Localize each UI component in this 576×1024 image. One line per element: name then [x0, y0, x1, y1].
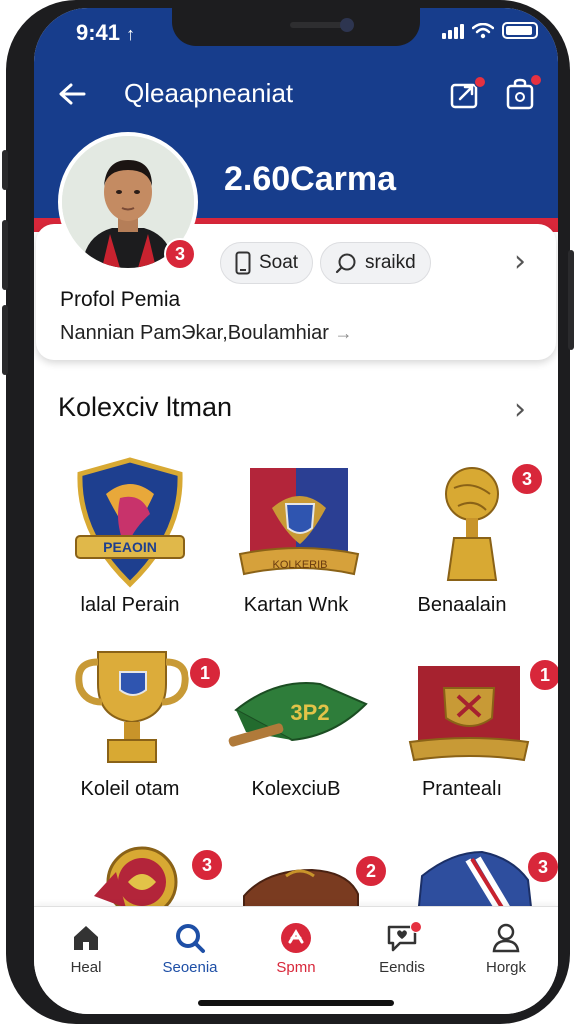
- profile-subtitle[interactable]: Nannian PamЭkar,Boulamhiar →: [60, 322, 353, 345]
- collection-item-label: Benaalain: [417, 594, 507, 616]
- status-time: 9:41 ↑: [76, 20, 135, 46]
- collection-item[interactable]: 1 Koleil otam: [50, 638, 222, 808]
- collection-item-label: lalal Perain: [80, 594, 180, 616]
- section-chevron-right-icon[interactable]: ›: [514, 392, 526, 427]
- notch: [172, 8, 420, 46]
- chevron-right-icon[interactable]: ›: [514, 244, 526, 279]
- wifi-icon: [472, 22, 494, 38]
- collection-item-label: Koleil otam: [80, 778, 180, 800]
- banner-text: KOLKERIB: [272, 559, 327, 571]
- pennant-banner-icon: KOLKERIB: [238, 468, 360, 576]
- nav-profile[interactable]: Horgk: [454, 921, 558, 981]
- silent-switch: [2, 150, 8, 190]
- red-banner-icon: [408, 666, 530, 762]
- signal-icon: [442, 23, 464, 39]
- app-screen: 9:41 ↑ Qleaapneaniat Soat sraikd › Profo…: [34, 8, 558, 1014]
- nav-search-label: Seoenia: [162, 959, 218, 976]
- sraikd-chip[interactable]: sraikd: [320, 242, 431, 284]
- nav-profile-label: Horgk: [485, 959, 526, 976]
- item-count-badge: 1: [528, 658, 558, 692]
- scarf-text: 3Р2: [290, 700, 329, 725]
- profile-icon: [492, 923, 520, 953]
- nav-eendis-label: Eendis: [379, 959, 425, 976]
- section-title: Kolexciv ltman: [58, 392, 233, 422]
- bag-button[interactable]: [502, 74, 542, 112]
- notification-dot: [410, 921, 422, 933]
- collection-item-label: Prantealı: [421, 778, 503, 800]
- green-scarf-icon: 3Р2: [228, 682, 368, 747]
- notification-dot: [474, 76, 486, 88]
- nav-eendis[interactable]: Eendis: [350, 921, 454, 981]
- battery-icon: [502, 22, 538, 39]
- item-count-badge: 3: [526, 850, 558, 884]
- nav-spmn-label: Spmn: [276, 959, 316, 976]
- bottom-navigation: Heal Seoenia Spmn Eendis Horgk: [34, 906, 558, 1014]
- share-button[interactable]: [448, 76, 486, 112]
- phone-frame: 9:41 ↑ Qleaapneaniat Soat sraikd › Profo…: [2, 0, 574, 1024]
- collection-item[interactable]: 1 Prantealı: [382, 638, 558, 808]
- volume-down-button: [2, 305, 8, 375]
- front-camera: [340, 18, 354, 32]
- phone-icon: [235, 251, 251, 275]
- soat-chip[interactable]: Soat: [220, 242, 314, 284]
- home-indicator[interactable]: [198, 1000, 394, 1006]
- back-arrow-icon: [59, 83, 86, 105]
- sraikd-chip-label: sraikd: [365, 252, 416, 273]
- crest-shield-icon: PEAOIN: [75, 457, 185, 588]
- karma-score: 2.60Carma: [224, 160, 397, 198]
- nav-home[interactable]: Heal: [34, 921, 138, 981]
- status-time-text: 9:41: [76, 20, 121, 45]
- item-count-badge: 3: [510, 462, 544, 496]
- nav-home-label: Heal: [70, 959, 102, 976]
- crest-text: PEAOIN: [103, 539, 157, 555]
- speaker-grille: [290, 22, 346, 28]
- search-icon: [176, 924, 205, 953]
- avatar-badge: 3: [164, 238, 196, 270]
- soat-chip-label: Soat: [259, 252, 299, 273]
- collection-item-label: KolexciuB: [251, 778, 341, 800]
- notification-dot: [530, 74, 542, 86]
- arrow-right-icon: →: [334, 323, 353, 343]
- profile-name: Profol Pemia: [60, 288, 181, 311]
- search-chat-icon: [335, 253, 356, 274]
- nav-spmn[interactable]: Spmn: [244, 921, 348, 981]
- page-title: Qleaapneaniat: [124, 78, 294, 108]
- star-icon: [281, 923, 311, 953]
- back-button[interactable]: [56, 78, 88, 110]
- status-icons: [442, 22, 538, 39]
- collection-item[interactable]: PEAOIN lalal Perain: [50, 454, 210, 624]
- volume-up-button: [2, 220, 8, 290]
- power-button: [568, 250, 574, 350]
- collection-item[interactable]: 3 Benaalain: [382, 454, 544, 624]
- profile-subtitle-text: Nannian PamЭkar,Boulamhiar: [60, 322, 329, 344]
- cup-trophy-icon: [75, 651, 189, 763]
- collection-item[interactable]: 3Р2 KolexciuB: [216, 638, 376, 808]
- collection-item-label: Kartan Wnk: [243, 594, 349, 616]
- location-arrow-icon: ↑: [126, 24, 136, 44]
- home-icon: [74, 926, 98, 950]
- avatar[interactable]: 3: [58, 132, 198, 272]
- collection-item[interactable]: KOLKERIB Kartan Wnk: [216, 454, 376, 624]
- nav-search[interactable]: Seoenia: [138, 921, 242, 981]
